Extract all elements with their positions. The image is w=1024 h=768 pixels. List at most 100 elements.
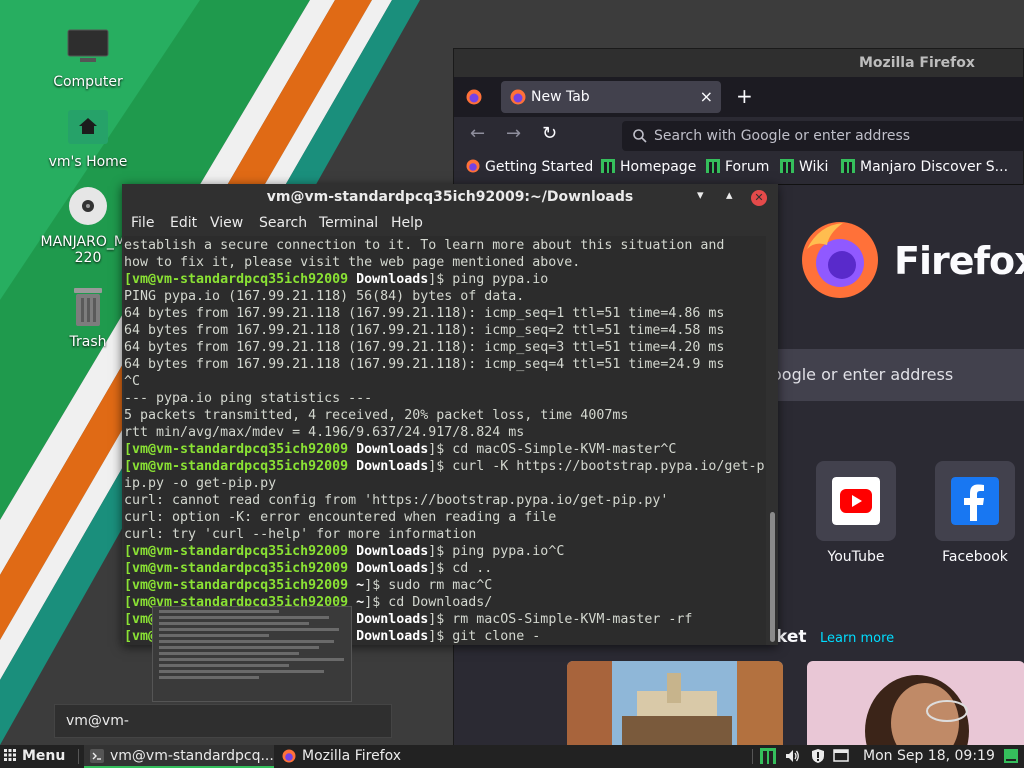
terminal-lines: establish a secure connection to it. To … bbox=[124, 237, 766, 645]
computer-icon bbox=[66, 26, 110, 70]
terminal-line: 64 bytes from 167.99.21.118 (167.99.21.1… bbox=[124, 322, 766, 339]
story-thumbnail bbox=[567, 661, 783, 746]
shortcut-tile bbox=[935, 461, 1015, 541]
terminal-scrollbar[interactable] bbox=[768, 236, 776, 645]
pocket-story-image[interactable] bbox=[807, 661, 1024, 746]
taskbar-separator bbox=[752, 749, 753, 764]
shield-icon[interactable] bbox=[810, 748, 826, 764]
terminal-line: [vm@vm-standardpcq35ich92009 ~]$ sudo rm… bbox=[124, 577, 766, 594]
output-text: ^C bbox=[124, 374, 141, 389]
prompt-directory: Downloads bbox=[356, 561, 429, 576]
prompt-command: ]$ ping pypa.io bbox=[428, 272, 549, 287]
terminal-titlebar[interactable]: vm@vm-standardpcq35ich92009:~/Downloads … bbox=[122, 184, 778, 212]
terminal-line: 64 bytes from 167.99.21.118 (167.99.21.1… bbox=[124, 305, 766, 322]
output-text: PING pypa.io (167.99.21.118) 56(84) byte… bbox=[124, 289, 525, 304]
prompt-user-host: [vm@vm-standardpcq35ich92009 bbox=[124, 578, 357, 593]
bookmark-getting-started[interactable]: Getting Started bbox=[466, 159, 593, 175]
back-button[interactable]: ← bbox=[470, 123, 485, 144]
bookmark-homepage[interactable]: Homepage bbox=[601, 159, 696, 175]
taskbar-separator bbox=[78, 749, 79, 764]
prompt-user-host: [vm@vm-standardpcq35ich92009 bbox=[124, 272, 357, 287]
prompt-command: ]$ rm macOS-Simple-KVM-master -rf bbox=[428, 612, 693, 627]
bookmark-wiki[interactable]: Wiki bbox=[780, 159, 828, 175]
manjaro-icon bbox=[601, 159, 615, 173]
output-text: 64 bytes from 167.99.21.118 (167.99.21.1… bbox=[124, 340, 725, 355]
optical-disc-icon bbox=[66, 186, 110, 230]
taskbar-task-terminal[interactable]: vm@vm-standardpcq... bbox=[84, 745, 274, 768]
volume-icon[interactable] bbox=[784, 748, 800, 764]
terminal-line: 5 packets transmitted, 4 received, 20% p… bbox=[124, 407, 766, 424]
output-text: rtt min/avg/max/mdev = 4.196/9.637/24.91… bbox=[124, 425, 525, 440]
maximize-button[interactable]: ▴ bbox=[726, 188, 733, 203]
terminal-line: [vm@vm-standardpcq35ich92009 Downloads]$… bbox=[124, 458, 766, 475]
reload-button[interactable]: ↻ bbox=[542, 123, 557, 144]
output-text: establish a secure connection to it. To … bbox=[124, 238, 725, 253]
prompt-user-host: [vm@vm-standardpcq35ich92009 bbox=[124, 459, 357, 474]
firefox-window-title: Mozilla Firefox bbox=[859, 55, 975, 71]
shortcut-youtube[interactable]: YouTube bbox=[816, 461, 896, 565]
desktop-icon-home[interactable]: vm's Home bbox=[38, 106, 138, 170]
prompt-directory: Downloads bbox=[356, 544, 429, 559]
terminal-line: ip.py -o get-pip.py bbox=[124, 475, 766, 492]
new-tab-search-box[interactable]: oogle or enter address bbox=[754, 349, 1024, 401]
start-menu-button[interactable]: Menu bbox=[4, 748, 65, 764]
manjaro-icon bbox=[780, 159, 794, 173]
desktop-icon-label: vm's Home bbox=[48, 154, 128, 170]
menu-edit[interactable]: Edit bbox=[170, 215, 197, 231]
prompt-user-host: [vm@vm-standardpcq35ich92009 bbox=[124, 442, 357, 457]
menu-view[interactable]: View bbox=[210, 215, 243, 231]
screen-icon[interactable] bbox=[833, 748, 849, 764]
firefox-titlebar[interactable]: Mozilla Firefox bbox=[454, 49, 1023, 77]
prompt-directory: Downloads bbox=[356, 612, 429, 627]
terminal-window-preview[interactable] bbox=[152, 606, 352, 702]
task-label: Mozilla Firefox bbox=[302, 748, 402, 764]
bookmark-forum[interactable]: Forum bbox=[706, 159, 769, 175]
firefox-logo-icon bbox=[282, 749, 296, 763]
pocket-story-image[interactable] bbox=[567, 661, 783, 746]
url-bar[interactable] bbox=[622, 121, 1024, 151]
output-text: curl: option -K: error encountered when … bbox=[124, 510, 557, 525]
terminal-icon bbox=[90, 749, 104, 763]
scrollbar-thumb[interactable] bbox=[770, 512, 775, 642]
output-text: 5 packets transmitted, 4 received, 20% p… bbox=[124, 408, 629, 423]
show-desktop-icon[interactable] bbox=[1003, 748, 1019, 764]
manjaro-update-icon[interactable] bbox=[760, 748, 776, 764]
start-menu-label: Menu bbox=[22, 748, 66, 764]
output-text: 64 bytes from 167.99.21.118 (167.99.21.1… bbox=[124, 323, 725, 338]
bookmarks-toolbar: Getting Started Homepage Forum Wiki Manj… bbox=[454, 153, 1023, 185]
clock[interactable]: Mon Sep 18, 09:19 bbox=[863, 748, 995, 764]
prompt-command: ]$ git clone - bbox=[428, 629, 541, 644]
terminal-line: [vm@vm-standardpcq35ich92009 Downloads]$… bbox=[124, 543, 766, 560]
shortcut-facebook[interactable]: Facebook bbox=[935, 461, 1015, 565]
tab-new-tab[interactable]: New Tab × bbox=[501, 81, 721, 113]
minimize-button[interactable]: ▾ bbox=[697, 188, 704, 203]
output-text: 64 bytes from 167.99.21.118 (167.99.21.1… bbox=[124, 306, 725, 321]
menu-search[interactable]: Search bbox=[259, 215, 307, 231]
prompt-user-host: [vm@vm-standardpcq35ich92009 bbox=[124, 544, 357, 559]
close-button[interactable]: ✕ bbox=[751, 190, 767, 206]
menu-terminal[interactable]: Terminal bbox=[319, 215, 378, 231]
taskbar-task-firefox[interactable]: Mozilla Firefox bbox=[276, 745, 436, 768]
output-text: curl: try 'curl --help' for more informa… bbox=[124, 527, 477, 542]
home-folder-icon bbox=[66, 106, 110, 150]
terminal-line: [vm@vm-standardpcq35ich92009 Downloads]$… bbox=[124, 271, 766, 288]
url-input[interactable] bbox=[654, 125, 1024, 147]
pocket-learn-more-link[interactable]: Learn more bbox=[820, 631, 894, 646]
bookmark-manjaro-discover[interactable]: Manjaro Discover S... bbox=[841, 159, 1008, 175]
terminal-menubar: File Edit View Search Terminal Help bbox=[122, 212, 778, 236]
firefox-logo-icon bbox=[510, 89, 526, 105]
close-tab-icon[interactable]: × bbox=[700, 87, 713, 106]
shortcut-label: Facebook bbox=[942, 549, 1008, 565]
terminal-output[interactable]: establish a secure connection to it. To … bbox=[124, 236, 766, 645]
task-label: vm@vm-standardpcq... bbox=[110, 748, 274, 764]
terminal-line: [vm@vm-standardpcq35ich92009 Downloads]$… bbox=[124, 441, 766, 458]
terminal-window[interactable]: vm@vm-standardpcq35ich92009:~/Downloads … bbox=[122, 184, 778, 645]
menu-file[interactable]: File bbox=[131, 215, 154, 231]
firefox-logo-icon[interactable] bbox=[466, 89, 482, 105]
desktop-icon-computer[interactable]: Computer bbox=[38, 26, 138, 90]
prompt-directory: ~ bbox=[356, 595, 365, 610]
prompt-directory: ~ bbox=[356, 578, 365, 593]
new-tab-button[interactable]: + bbox=[736, 84, 753, 108]
forward-button[interactable]: → bbox=[506, 123, 521, 144]
menu-help[interactable]: Help bbox=[391, 215, 423, 231]
